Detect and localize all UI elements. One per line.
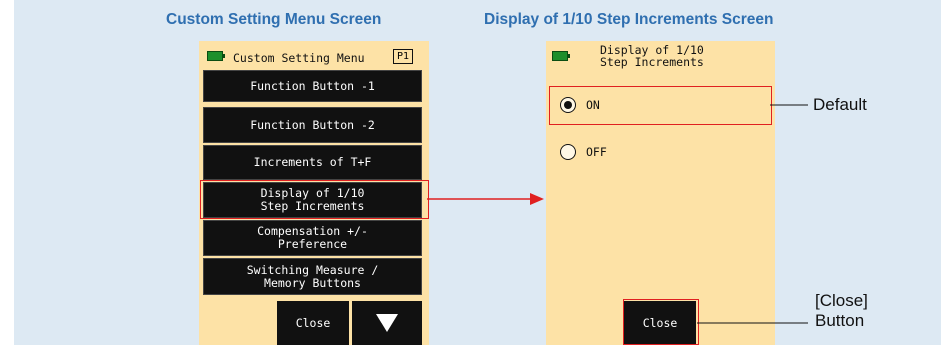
close-button-callout: [Close] Button [815,291,868,330]
close-button-highlight [623,299,699,345]
next-page-button[interactable] [352,301,422,345]
battery-icon [552,51,570,61]
page-badge: P1 [393,49,414,64]
option-off[interactable]: OFF [560,144,607,160]
close-button[interactable]: Close [277,301,349,345]
screen-title: Custom Setting Menu [233,51,365,65]
menu-item-increments-t-f[interactable]: Increments of T+F [203,145,422,180]
default-callout: Default [813,95,867,114]
left-screen-heading: Custom Setting Menu Screen [166,11,382,28]
screen-title: Display of 1/10 Step Increments [600,43,704,69]
default-option-highlight [549,86,772,125]
triangle-down-icon [376,314,398,332]
radio-unselected-icon [560,144,576,160]
menu-item-compensation-preference[interactable]: Compensation +/- Preference [203,220,422,256]
menu-item-function-button-2[interactable]: Function Button -2 [203,107,422,143]
right-screen-heading: Display of 1/10 Step Increments Screen [484,11,774,28]
battery-icon [207,51,225,61]
selected-item-highlight [200,180,429,219]
option-off-label: OFF [586,145,607,159]
figure-panel [14,0,941,345]
menu-item-switching-measure-memory[interactable]: Switching Measure / Memory Buttons [203,258,422,295]
menu-item-function-button-1[interactable]: Function Button -1 [203,70,422,102]
